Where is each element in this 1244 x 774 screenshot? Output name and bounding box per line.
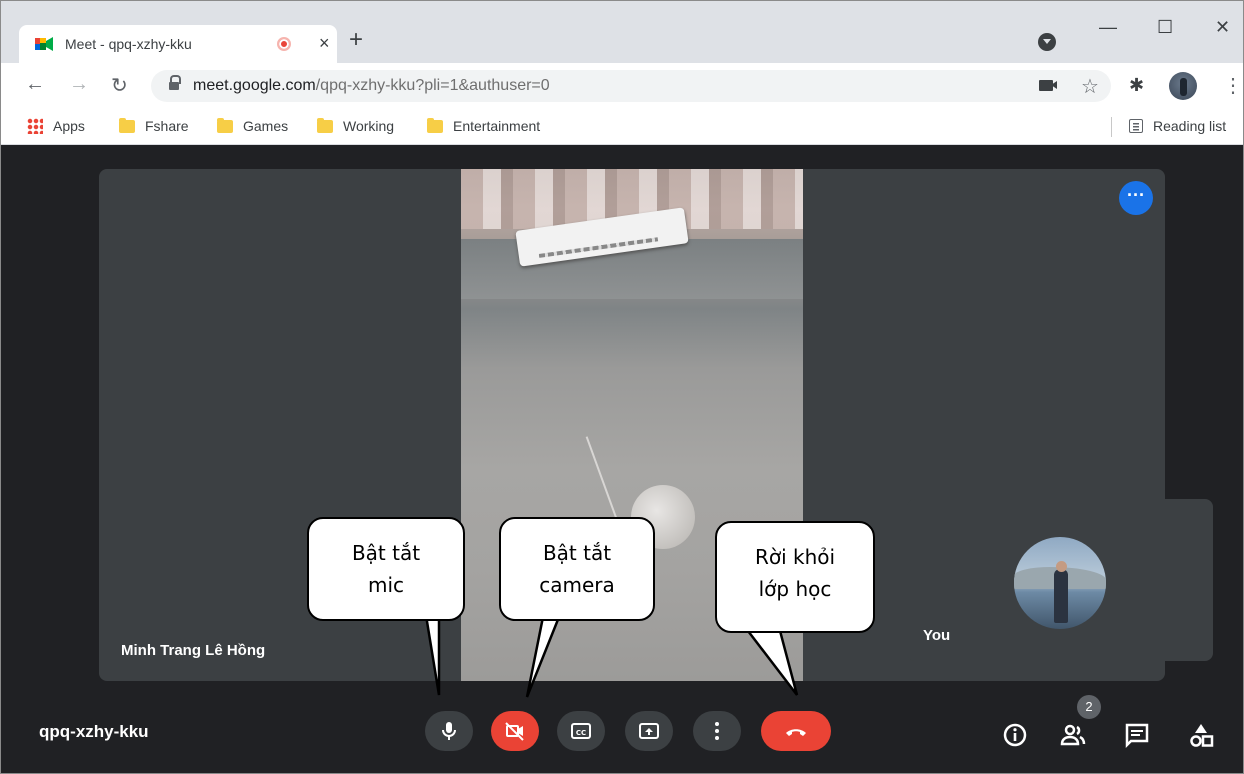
chat-button[interactable] — [1123, 721, 1151, 749]
camera-in-use-icon[interactable] — [1039, 80, 1057, 91]
bookmark-fshare[interactable]: Fshare — [119, 118, 189, 134]
bookmark-games[interactable]: Games — [217, 118, 288, 134]
tab-close-button[interactable]: × — [319, 33, 330, 54]
tab-search-icon[interactable] — [1038, 33, 1056, 51]
present-screen-icon — [639, 723, 659, 739]
camera-toggle-button[interactable] — [491, 711, 539, 751]
info-icon — [1003, 723, 1027, 747]
people-count-badge: 2 — [1077, 695, 1101, 719]
tile-more-options-button[interactable]: ··· — [1119, 181, 1153, 215]
extensions-icon[interactable]: ✱ — [1129, 75, 1144, 96]
profile-avatar[interactable] — [1169, 72, 1197, 100]
tab-title: Meet - qpq-xzhy-kku — [65, 36, 192, 52]
leave-call-button[interactable] — [761, 711, 831, 751]
bookmark-working[interactable]: Working — [317, 118, 394, 134]
browser-window: Meet - qpq-xzhy-kku × + — ☐ ✕ ← → ↻ meet… — [0, 0, 1244, 774]
meet-stage: ··· Minh Trang Lê Hồng You qpq-xzhy-kku … — [1, 146, 1243, 773]
meeting-code: qpq-xzhy-kku — [39, 722, 149, 741]
callout-mic-line1: Bật tắt — [351, 541, 421, 565]
people-icon — [1060, 724, 1086, 746]
tab-meet[interactable]: Meet - qpq-xzhy-kku × — [19, 25, 337, 63]
browser-toolbar: ← → ↻ meet.google.com/qpq-xzhy-kku?pli=1… — [1, 63, 1243, 109]
self-view-tile[interactable]: You — [907, 499, 1213, 661]
mic-toggle-button[interactable] — [425, 711, 473, 751]
callout-leave-line1: Rời khỏi — [754, 545, 836, 569]
folder-icon — [317, 118, 333, 133]
minimize-button[interactable]: — — [1099, 17, 1117, 38]
captions-button[interactable]: CC — [557, 711, 605, 751]
reading-list-icon — [1129, 119, 1143, 133]
end-call-icon — [786, 729, 806, 736]
meeting-details-button[interactable] — [1001, 721, 1029, 749]
folder-icon — [217, 118, 233, 133]
captions-icon: CC — [571, 723, 591, 739]
reload-icon[interactable]: ↻ — [111, 73, 128, 98]
microphone-icon — [442, 722, 456, 740]
camera-off-icon — [505, 722, 524, 741]
callout-camera-line2: camera — [539, 573, 615, 597]
forward-icon[interactable]: → — [69, 73, 89, 96]
folder-icon — [427, 118, 443, 133]
activities-button[interactable] — [1187, 721, 1215, 749]
back-icon[interactable]: ← — [25, 73, 45, 96]
url-text: meet.google.com/qpq-xzhy-kku?pli=1&authu… — [193, 77, 550, 94]
chat-icon — [1125, 723, 1149, 749]
callout-camera: Bật tắt camera — [499, 517, 655, 621]
callout-leave: Rời khỏi lớp học — [715, 521, 875, 633]
avatar-head — [1056, 561, 1067, 572]
tab-strip: Meet - qpq-xzhy-kku × + — ☐ ✕ — [1, 1, 1243, 63]
bookmark-apps[interactable]: Apps — [27, 118, 85, 134]
divider — [1111, 117, 1112, 137]
bookmarks-bar: Apps Fshare Games Working Entertainment … — [1, 109, 1243, 145]
callout-camera-line1: Bật tắt — [542, 541, 612, 565]
folder-icon — [119, 118, 135, 133]
close-window-button[interactable]: ✕ — [1215, 17, 1230, 38]
present-now-button[interactable] — [625, 711, 673, 751]
meet-favicon-icon — [35, 37, 53, 51]
self-avatar — [1014, 537, 1106, 629]
svg-text:CC: CC — [576, 729, 586, 737]
main-participant-name: Minh Trang Lê Hồng — [121, 642, 266, 659]
address-bar[interactable]: meet.google.com/qpq-xzhy-kku?pli=1&authu… — [151, 70, 1111, 102]
callout-mic-line2: mic — [367, 573, 405, 597]
avatar-figure — [1054, 569, 1068, 623]
activities-icon — [1190, 724, 1214, 747]
new-tab-button[interactable]: + — [349, 28, 363, 52]
people-button[interactable] — [1059, 721, 1087, 749]
reading-list-button[interactable]: Reading list — [1129, 118, 1226, 134]
recording-indicator-icon — [277, 37, 291, 51]
callout-mic: Bật tắt mic — [307, 517, 465, 621]
more-options-button[interactable] — [693, 711, 741, 751]
lock-icon — [169, 75, 181, 91]
maximize-button[interactable]: ☐ — [1157, 17, 1173, 38]
chrome-menu-icon[interactable]: ⋮ — [1223, 73, 1243, 98]
bookmark-star-icon[interactable]: ☆ — [1081, 74, 1099, 99]
more-options-icon — [715, 722, 719, 740]
self-label: You — [923, 627, 951, 644]
apps-grid-icon — [27, 118, 43, 134]
video-lamp-cord — [585, 436, 619, 522]
bookmark-entertainment[interactable]: Entertainment — [427, 118, 540, 134]
callout-leave-line2: lớp học — [758, 577, 832, 601]
